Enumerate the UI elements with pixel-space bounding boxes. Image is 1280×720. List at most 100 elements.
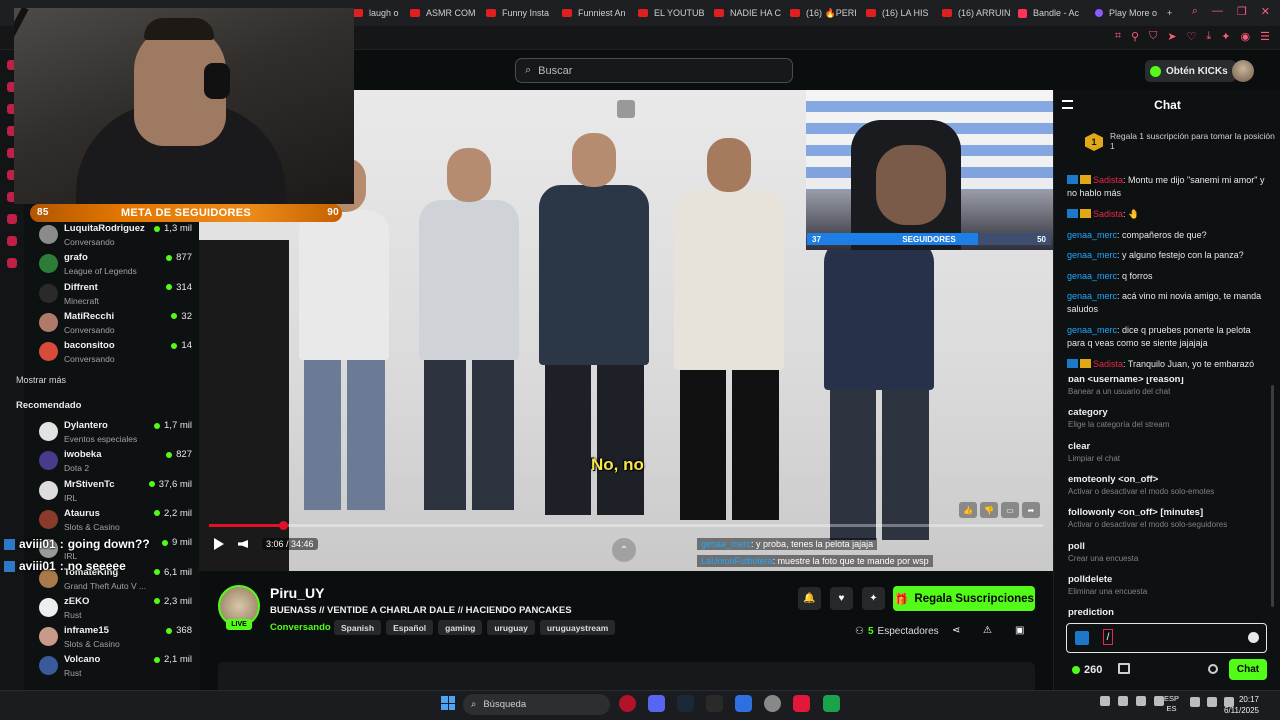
maximize-icon[interactable]: ❐ xyxy=(1237,5,1247,18)
user-avatar[interactable] xyxy=(1232,60,1254,82)
rail-app-icon[interactable] xyxy=(7,236,17,246)
stream-category[interactable]: Conversando xyxy=(270,622,331,633)
sidebar-channel[interactable]: LuquitaRodriguez Conversando 1,3 mil xyxy=(39,223,194,252)
extensions-icon[interactable]: ✦ xyxy=(1221,30,1230,43)
stream-tag[interactable]: gaming xyxy=(438,620,483,635)
sidebar-channel[interactable]: inframe15 Slots & Casino 368 xyxy=(39,625,194,654)
sidebar-channel[interactable]: Dylantero Eventos especiales 1,7 mil xyxy=(39,420,194,449)
download-icon[interactable]: ⤓ xyxy=(1206,30,1211,43)
command-suggestion[interactable]: emoteonly <on_off> Activar o desactivar e… xyxy=(1068,474,1268,496)
chevron-up-icon[interactable]: ⌃ xyxy=(612,538,636,562)
stream-tag[interactable]: Spanish xyxy=(334,620,382,635)
command-suggestion[interactable]: polldelete Eliminar una encuesta xyxy=(1068,574,1268,596)
report-icon[interactable]: ⚠ xyxy=(983,625,992,636)
sidebar-channel[interactable]: MatiRecchi Conversando 32 xyxy=(39,311,194,340)
tray-icon[interactable] xyxy=(1118,696,1128,706)
search-input[interactable]: ⌕ Buscar xyxy=(515,58,793,83)
steam-icon[interactable] xyxy=(677,695,694,712)
dislike-icon[interactable]: 👎 xyxy=(980,502,998,518)
tray-icon[interactable] xyxy=(1100,696,1110,706)
sidebar-channel[interactable]: baconsitoo Conversando 14 xyxy=(39,340,194,369)
command-suggestion[interactable]: prediction xyxy=(1068,607,1268,620)
app-icon[interactable] xyxy=(823,695,840,712)
command-suggestion[interactable]: followonly <on_off> [minutes] Activar o d… xyxy=(1068,507,1268,529)
share-icon[interactable]: ⋖ xyxy=(952,625,960,636)
microphone-icon[interactable] xyxy=(1154,696,1164,706)
comment-icon[interactable]: ▭ xyxy=(1001,502,1019,518)
clock[interactable]: 20:17 6/11/2025 xyxy=(1224,694,1259,716)
send-icon[interactable]: ➤ xyxy=(1167,30,1176,43)
emoji-icon[interactable] xyxy=(1248,632,1259,643)
bookmark-icon[interactable]: ⌗ xyxy=(1115,30,1121,43)
command-suggestion[interactable]: ban <username> [reason] Banear a un usuar… xyxy=(1068,377,1268,396)
browser-tab[interactable]: EL YOUTUB xyxy=(630,0,706,26)
gift-leaderboard-prompt[interactable]: Regala 1 suscripción para tomar la posic… xyxy=(1110,131,1280,151)
profile-icon[interactable]: ◉ xyxy=(1241,30,1251,43)
chat-username[interactable]: genaa_merc xyxy=(1067,325,1117,335)
display-icon[interactable] xyxy=(1190,697,1200,707)
scrollbar[interactable] xyxy=(1271,385,1274,607)
menu-icon[interactable]: ☰ xyxy=(1260,30,1270,43)
command-suggestion[interactable]: poll Crear una encuesta xyxy=(1068,541,1268,563)
sparkle-icon[interactable]: ✦ xyxy=(862,587,885,610)
browser-tab[interactable]: (16) 🔥PERI xyxy=(782,0,858,26)
share-icon[interactable]: ➦ xyxy=(1022,502,1040,518)
sidebar-channel[interactable]: MrStivenTc IRL 37,6 mil xyxy=(39,479,194,508)
browser-tab[interactable]: ASMR COM xyxy=(402,0,478,26)
minimize-icon[interactable]: — xyxy=(1212,5,1223,18)
command-suggestion[interactable]: category Elige la categoría del stream xyxy=(1068,407,1268,429)
chat-send-button[interactable]: Chat xyxy=(1229,659,1267,680)
like-icon[interactable]: 👍 xyxy=(959,502,977,518)
sidebar-channel[interactable]: zEKO Rust 2,3 mil xyxy=(39,596,194,625)
browser-tab[interactable]: Play More o xyxy=(1087,0,1159,26)
stream-tag[interactable]: Español xyxy=(386,620,434,635)
discord-icon[interactable] xyxy=(648,695,665,712)
windows-start-icon[interactable] xyxy=(441,696,455,710)
get-kicks-button[interactable]: Obtén KICKs xyxy=(1145,60,1236,82)
chrome-icon[interactable] xyxy=(764,695,781,712)
gift-subscriptions-button[interactable]: 🎁 Regala Suscripciones xyxy=(893,586,1035,611)
wifi-icon[interactable] xyxy=(1207,697,1217,707)
opera-icon[interactable] xyxy=(619,695,636,712)
rail-app-icon[interactable] xyxy=(7,214,17,224)
browser-tab[interactable]: (16) ARRUIN xyxy=(934,0,1010,26)
chat-username[interactable]: Sadista xyxy=(1093,209,1123,219)
channel-name[interactable]: Piru_UY xyxy=(270,585,324,601)
browser-tab[interactable]: Bandle - Ac xyxy=(1010,0,1087,26)
taskbar-search[interactable]: ⌕ Búsqueda xyxy=(463,694,610,715)
chat-username[interactable]: Sadista xyxy=(1093,359,1123,369)
media-player-icon[interactable] xyxy=(793,695,810,712)
pin-icon[interactable]: ⚲ xyxy=(1131,30,1139,43)
shield-icon[interactable]: ⛉ xyxy=(1149,30,1157,43)
language-indicator[interactable]: ESP ES xyxy=(1164,694,1179,714)
search-tabs-icon[interactable]: ⌕ xyxy=(1192,5,1198,18)
picture-in-picture-icon[interactable] xyxy=(617,100,635,118)
sidebar-channel[interactable]: Volcano Rust 2,1 mil xyxy=(39,654,194,683)
sidebar-channel[interactable]: Ataurus Slots & Casino 2,2 mil xyxy=(39,508,194,537)
store-icon[interactable] xyxy=(1118,663,1130,674)
chat-username[interactable]: genaa_merc xyxy=(1067,250,1117,260)
mod-icon[interactable]: ▣ xyxy=(1015,625,1024,636)
gear-icon[interactable] xyxy=(1208,664,1218,674)
play-icon[interactable] xyxy=(214,538,224,550)
sidebar-channel[interactable]: iwobeka Dota 2 827 xyxy=(39,449,194,478)
command-suggestion[interactable]: clear Limpiar el chat xyxy=(1068,441,1268,463)
close-icon[interactable]: ✕ xyxy=(1261,5,1270,18)
follow-heart-icon[interactable]: ♥ xyxy=(830,587,853,610)
heart-icon[interactable]: ♡ xyxy=(1187,30,1197,43)
bell-icon[interactable]: 🔔 xyxy=(798,587,821,610)
chat-username[interactable]: genaa_merc xyxy=(1067,271,1117,281)
show-more-link[interactable]: Mostrar más xyxy=(16,375,66,385)
sidebar-channel[interactable]: Diffrent Minecraft 314 xyxy=(39,282,194,311)
browser-tab[interactable]: Funniest An xyxy=(554,0,630,26)
new-tab-button[interactable]: + xyxy=(1159,0,1180,26)
stream-tag[interactable]: uruguaystream xyxy=(539,620,616,635)
rail-app-icon[interactable] xyxy=(7,258,17,268)
chat-username[interactable]: Sadista xyxy=(1093,175,1123,185)
tray-icon[interactable] xyxy=(1136,696,1146,706)
volume-icon[interactable] xyxy=(238,540,248,548)
chat-input[interactable]: / xyxy=(1066,623,1267,653)
epic-games-icon[interactable] xyxy=(706,695,723,712)
sidebar-channel[interactable]: grafo League of Legends 877 xyxy=(39,252,194,281)
battlenet-icon[interactable] xyxy=(735,695,752,712)
